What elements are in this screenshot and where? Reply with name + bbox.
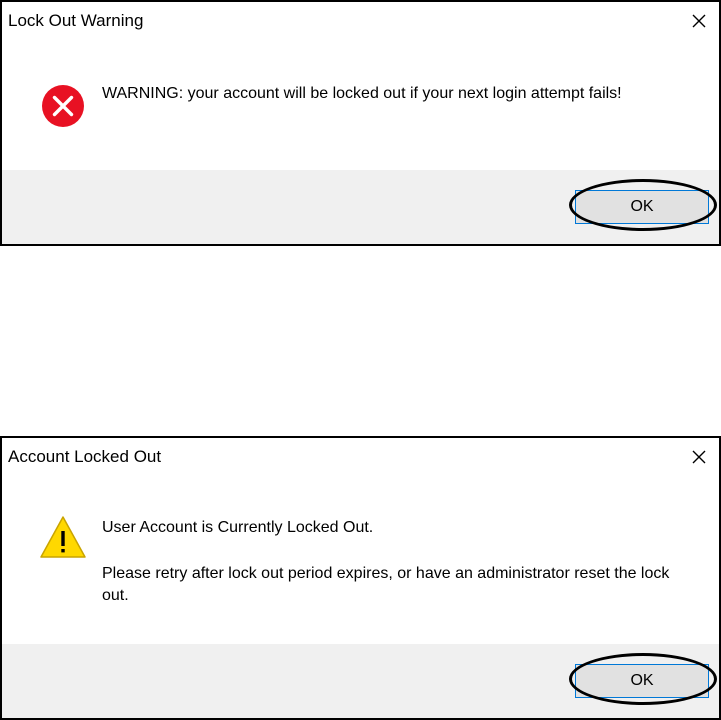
button-bar: OK [2,170,719,244]
error-icon [42,85,84,127]
account-locked-out-dialog: Account Locked Out User Account is Curre… [0,436,721,720]
dialog-title: Lock Out Warning [8,11,144,30]
ok-button[interactable]: OK [575,664,709,698]
title-bar: Account Locked Out [2,438,719,476]
ok-button[interactable]: OK [575,190,709,224]
close-button[interactable] [687,445,711,469]
warning-message: WARNING: your account will be locked out… [102,85,622,102]
lock-out-warning-dialog: Lock Out Warning WARNING: your account w… [0,0,721,246]
warning-icon [40,516,86,558]
close-button[interactable] [687,9,711,33]
button-bar: OK [2,644,719,718]
title-bar: Lock Out Warning [2,2,719,40]
locked-out-message: User Account is Currently Locked Out. [102,519,374,536]
close-icon [692,14,706,28]
retry-instructions: Please retry after lock out period expir… [102,565,670,604]
dialog-title: Account Locked Out [8,447,162,466]
close-icon [692,450,706,464]
